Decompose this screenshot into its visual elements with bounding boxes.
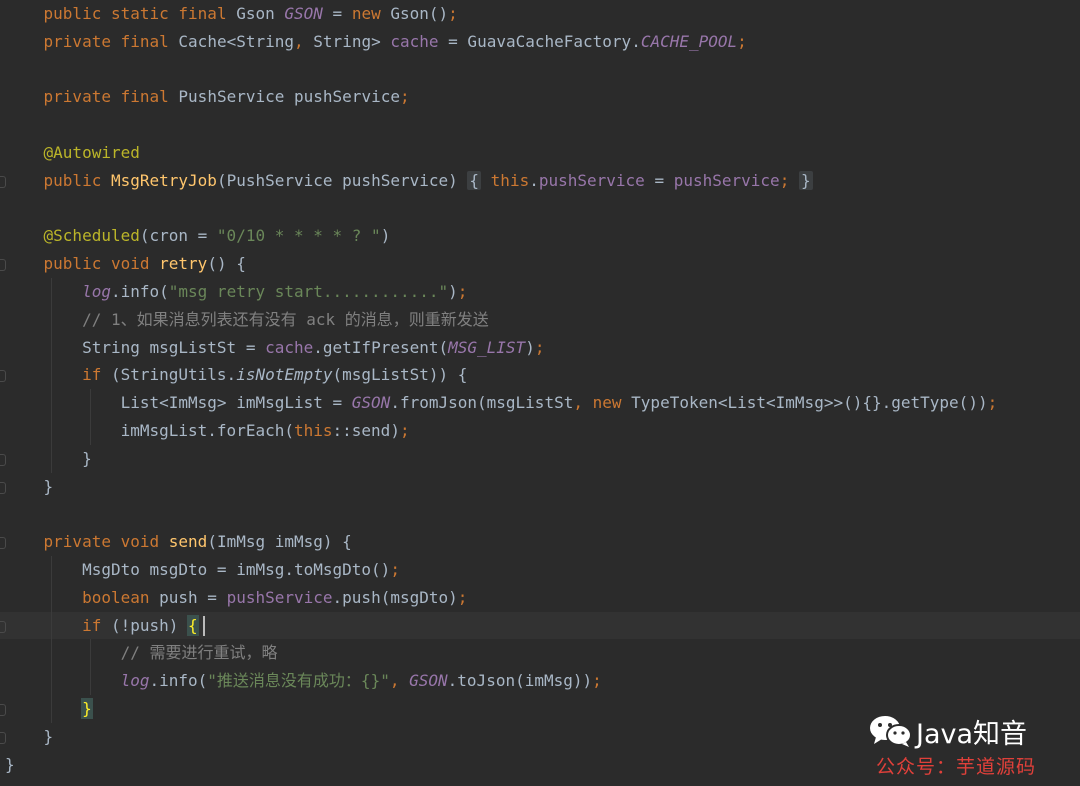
code-text: private final PushService pushService; xyxy=(43,87,410,107)
code-line[interactable]: log.info("msg retry start............"); xyxy=(0,278,1080,306)
code-line[interactable]: if (StringUtils.isNotEmpty(msgListSt)) { xyxy=(0,361,1080,390)
code-text: public static final Gson GSON = new Gson… xyxy=(43,4,458,23)
code-line[interactable]: } xyxy=(0,473,1080,501)
code-line[interactable] xyxy=(0,500,1080,528)
code-line[interactable] xyxy=(0,195,1080,223)
code-text: } xyxy=(5,695,93,723)
code-text: } xyxy=(5,754,15,774)
code-text: log.info("推送消息没有成功：{}", GSON.toJson(imMs… xyxy=(120,671,602,691)
code-line[interactable]: } xyxy=(0,444,1080,473)
code-line[interactable]: boolean push = pushService.push(msgDto); xyxy=(0,583,1080,612)
code-text: public void retry() { xyxy=(43,254,246,274)
code-text: boolean push = pushService.push(msgDto); xyxy=(82,587,468,607)
watermark: Java知音 公众号：芋道源码 xyxy=(868,708,1068,778)
code-line[interactable]: public static final Gson GSON = new Gson… xyxy=(0,0,1080,28)
code-line[interactable]: // 1、如果消息列表还有没有 ack 的消息，则重新发送 xyxy=(0,305,1080,334)
code-text: } xyxy=(5,476,54,496)
code-text: if (!push) { xyxy=(82,614,199,636)
code-line[interactable]: imMsgList.forEach(this::send); xyxy=(0,417,1080,445)
code-line[interactable]: private void send(ImMsg imMsg) { xyxy=(0,528,1080,556)
code-line[interactable]: private final PushService pushService; xyxy=(0,83,1080,111)
code-text: log.info("msg retry start............"); xyxy=(82,282,468,301)
text-caret xyxy=(203,615,205,636)
code-line[interactable]: // 需要进行重试，略 xyxy=(0,639,1080,668)
code-line[interactable]: private final Cache<String, String> cach… xyxy=(0,28,1080,56)
code-text: } xyxy=(5,448,92,468)
code-text: } xyxy=(5,726,54,746)
code-text: MsgDto msgDto = imMsg.toMsgDto(); xyxy=(5,560,400,579)
code-text: // 1、如果消息列表还有没有 ack 的消息，则重新发送 xyxy=(82,309,489,329)
code-line[interactable]: @Autowired xyxy=(0,139,1080,167)
code-text: // 需要进行重试，略 xyxy=(120,643,278,663)
code-line[interactable]: log.info("推送消息没有成功：{}", GSON.toJson(imMs… xyxy=(0,667,1080,695)
code-line[interactable]: if (!push) { xyxy=(0,611,1080,640)
code-text: @Scheduled(cron = "0/10 * * * * ? ") xyxy=(43,226,391,246)
code-editor[interactable]: public static final Gson GSON = new Gson… xyxy=(0,0,1080,786)
code-line[interactable]: public MsgRetryJob(PushService pushServi… xyxy=(0,167,1080,195)
code-text: imMsgList.forEach(this::send); xyxy=(5,421,410,440)
matched-brace: } xyxy=(81,698,93,719)
code-text: @Autowired xyxy=(43,143,140,162)
code-text: List<ImMsg> imMsgList = GSON.fromJson(ms… xyxy=(5,393,998,413)
matched-brace: { xyxy=(187,614,199,636)
code-line[interactable] xyxy=(0,56,1080,84)
code-line[interactable] xyxy=(0,111,1080,139)
wechat-icon xyxy=(870,716,912,747)
code-line[interactable]: String msgListSt = cache.getIfPresent(MS… xyxy=(0,333,1080,362)
watermark-title: Java知音 xyxy=(916,719,1028,750)
code-line[interactable]: @Scheduled(cron = "0/10 * * * * ? ") xyxy=(0,222,1080,250)
code-text: public MsgRetryJob(PushService pushServi… xyxy=(43,170,813,190)
code-text: if (StringUtils.isNotEmpty(msgListSt)) { xyxy=(82,365,468,385)
code-line[interactable]: List<ImMsg> imMsgList = GSON.fromJson(ms… xyxy=(0,389,1080,417)
code-text: String msgListSt = cache.getIfPresent(MS… xyxy=(5,337,545,357)
watermark-subtitle: 公众号：芋道源码 xyxy=(876,756,1037,778)
code-line[interactable]: public void retry() { xyxy=(0,250,1080,278)
code-line[interactable]: MsgDto msgDto = imMsg.toMsgDto(); xyxy=(0,556,1080,584)
code-text: private final Cache<String, String> cach… xyxy=(43,31,747,51)
code-text: private void send(ImMsg imMsg) { xyxy=(43,532,352,552)
